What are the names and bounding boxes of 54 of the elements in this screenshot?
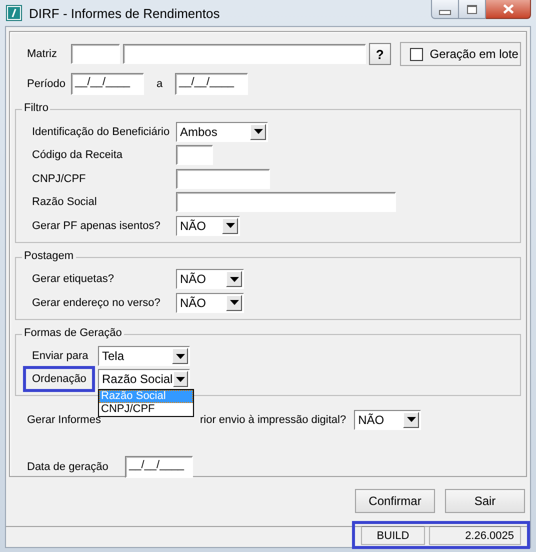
caret-icon	[406, 417, 416, 422]
minimize-button[interactable]	[431, 0, 459, 19]
field-label: Período	[26, 78, 67, 90]
dropdown[interactable]: NÃO	[176, 269, 244, 290]
caret-icon	[230, 276, 238, 282]
input-field[interactable]	[70, 44, 120, 64]
date-field[interactable]: __/__/____	[175, 73, 248, 95]
maximize-button[interactable]	[459, 0, 486, 19]
range-separator: a	[155, 78, 164, 90]
caret-icon	[176, 376, 185, 382]
caret-icon	[254, 129, 262, 134]
action-button[interactable]: Confirmar	[355, 489, 435, 513]
input-field[interactable]	[123, 44, 366, 64]
group-title: Postagem	[22, 250, 76, 262]
dropdown-option[interactable]: CNPJ/CPF	[99, 403, 193, 416]
field-label: Gerar PF apenas isentos?	[32, 220, 162, 232]
group-title: Formas de Geração	[22, 326, 124, 338]
batch-toggle[interactable]: Geração em lote	[400, 42, 521, 66]
dropdown[interactable]: Tela	[98, 346, 190, 366]
field-label: Matriz	[26, 48, 58, 60]
status-text: BUILD	[361, 526, 425, 545]
field-label: Ordenação	[32, 373, 86, 385]
field-label: Gerar etiquetas?	[32, 273, 115, 286]
caret-icon	[176, 354, 184, 358]
field-label: CNPJ/CPF	[32, 172, 87, 185]
status-text: 2.26.0025	[429, 526, 521, 545]
input-field[interactable]	[176, 145, 213, 166]
window-title: DIRF - Informes de Rendimentos	[29, 6, 220, 20]
date-field[interactable]: __/__/____	[125, 456, 193, 478]
field-label: Razão Social	[32, 196, 98, 208]
dropdown[interactable]: Ambos	[176, 122, 268, 142]
field-label: Gerar endereço no verso?	[32, 296, 162, 309]
close-button[interactable]	[486, 0, 531, 19]
group-title: Filtro	[22, 102, 50, 114]
input-field[interactable]	[176, 192, 396, 212]
checkbox-label: Geração em lote	[430, 47, 518, 61]
field-label: rior envio à impressão digital?	[200, 414, 346, 426]
checkbox[interactable]	[410, 48, 423, 60]
field-label: Identificação do Beneficiário	[32, 126, 171, 138]
field-label: Código da Receita	[32, 149, 124, 162]
field-label: Data de geração	[26, 460, 110, 472]
app-icon	[6, 5, 22, 21]
close-icon	[502, 4, 514, 14]
dropdown[interactable]: NÃO	[176, 292, 244, 313]
dropdown[interactable]: NÃO	[176, 216, 240, 236]
field-label: Gerar Informes	[27, 414, 101, 426]
dropdown[interactable]: NÃO	[354, 410, 422, 430]
field-label: Enviar para	[32, 350, 90, 362]
caret-icon	[230, 300, 238, 306]
action-button[interactable]: Sair	[445, 489, 525, 513]
input-field[interactable]	[176, 168, 270, 189]
caret-icon	[226, 223, 234, 228]
lookup-button[interactable]: ?	[368, 43, 391, 65]
date-field[interactable]: __/__/____	[71, 73, 144, 95]
